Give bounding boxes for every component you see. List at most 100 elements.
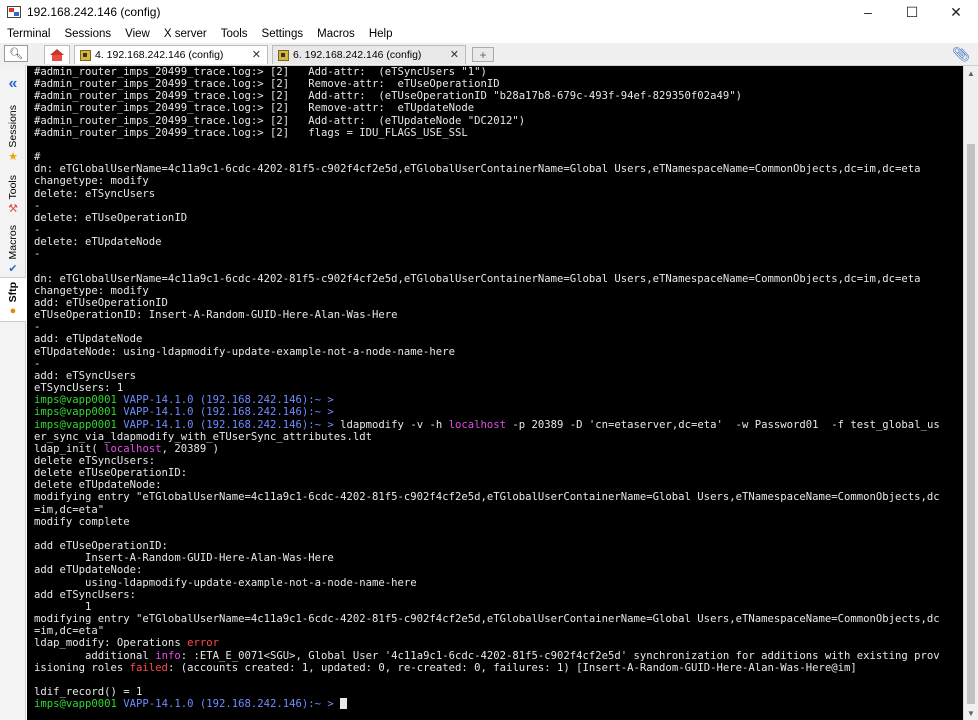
terminal-text-segment: - bbox=[34, 224, 41, 237]
menu-view[interactable]: View bbox=[118, 28, 157, 40]
tab-session-6[interactable]: 6. 192.168.242.146 (config) ✕ bbox=[272, 45, 466, 64]
terminal-text-segment: #admin_router_imps_20499_trace.log:> [2]… bbox=[34, 126, 468, 139]
terminal-line: - bbox=[34, 248, 40, 260]
wrench-icon: ⚒ bbox=[8, 203, 18, 216]
terminal-text-segment: error bbox=[187, 637, 219, 650]
sidebar-item-sessions[interactable]: Sessions ★ bbox=[0, 105, 26, 163]
terminal-line: dn: eTGlobalUserName=4c11a9c1-6cdc-4202-… bbox=[34, 273, 921, 285]
terminal-line: =im,dc=eta" bbox=[34, 504, 104, 516]
terminal-text-segment: VAPP-14.1.0 (192.168.242.146):~ > bbox=[123, 418, 334, 431]
terminal-text-segment: additional bbox=[34, 649, 156, 662]
terminal-text-segment: dn: eTGlobalUserName=4c11a9c1-6cdc-4202-… bbox=[34, 163, 921, 176]
terminal-text-segment: add: eTUpdateNode bbox=[34, 333, 143, 346]
terminal-text-segment: eTSyncUsers: 1 bbox=[34, 382, 124, 395]
terminal-text-segment: delete: eTUpdateNode bbox=[34, 236, 162, 249]
home-tab[interactable] bbox=[44, 45, 70, 64]
terminal-line: add: eTUseOperationID bbox=[34, 297, 168, 309]
menu-tools[interactable]: Tools bbox=[214, 28, 255, 40]
terminal-line: imps@vapp0001 VAPP-14.1.0 (192.168.242.1… bbox=[34, 394, 334, 406]
new-tab-button[interactable]: + bbox=[472, 47, 494, 62]
terminal-text-segment: -p 20389 -D 'cn=etaserver,dc=eta' -w Pas… bbox=[506, 418, 940, 431]
terminal-output[interactable]: #admin_router_imps_20499_trace.log:> [2]… bbox=[27, 66, 963, 720]
terminal-text-segment: eTUseOperationID: Insert-A-Random-GUID-H… bbox=[34, 309, 398, 322]
terminal-line: add eTUseOperationID: bbox=[34, 540, 168, 552]
terminal-line: add: eTUpdateNode bbox=[34, 333, 142, 345]
sidebar-item-tools[interactable]: Tools ⚒ bbox=[0, 175, 26, 215]
terminal-text-segment: VAPP-14.1.0 (192.168.242.146):~ > bbox=[123, 406, 334, 419]
terminal-line: imps@vapp0001 VAPP-14.1.0 (192.168.242.1… bbox=[34, 406, 334, 418]
paperclip-icon[interactable]: 📎︎ bbox=[952, 46, 970, 63]
terminal-text-segment: add eTUseOperationID: bbox=[34, 540, 168, 553]
tab-close-icon[interactable]: ✕ bbox=[252, 48, 261, 61]
terminal-text-segment: add eTSyncUsers: bbox=[34, 588, 137, 601]
sidebar-item-sftp[interactable]: Sftp ● bbox=[0, 277, 26, 323]
window-controls: – ☐ ✕ bbox=[846, 0, 978, 24]
minimize-button[interactable]: – bbox=[846, 0, 890, 24]
globe-icon: ● bbox=[9, 305, 17, 318]
terminal-line: delete: eTUseOperationID bbox=[34, 212, 187, 224]
terminal-text-segment: using-ldapmodify-update-example-not-a-no… bbox=[34, 576, 417, 589]
close-button[interactable]: ✕ bbox=[934, 0, 978, 24]
terminal-line: imps@vapp0001 VAPP-14.1.0 (192.168.242.1… bbox=[34, 698, 348, 710]
terminal-line: #admin_router_imps_20499_trace.log:> [2]… bbox=[34, 102, 474, 114]
search-icon: 🔍︎ bbox=[9, 48, 23, 60]
sidebar-item-macros[interactable]: Macros ✔ bbox=[0, 225, 26, 275]
terminal-scrollbar[interactable]: ▲ ▼ bbox=[963, 66, 978, 720]
terminal-text-segment: ldap_modify: Operations bbox=[34, 637, 188, 650]
terminal-line: - bbox=[34, 358, 40, 370]
sidebar-item-label: Tools bbox=[7, 175, 19, 200]
terminal-line: add eTUpdateNode: bbox=[34, 564, 142, 576]
checkmark-icon: ✔ bbox=[8, 262, 18, 275]
terminal-line: ldap_init( localhost, 20389 ) bbox=[34, 443, 219, 455]
tab-bar: 🔍︎ 4. 192.168.242.146 (config) ✕ 6. 192.… bbox=[0, 43, 978, 66]
sidebar-item-label: Sftp bbox=[7, 282, 19, 303]
scrollbar-thumb[interactable] bbox=[967, 144, 975, 704]
terminal-line: add eTSyncUsers: bbox=[34, 589, 136, 601]
terminal-line: delete: eTSyncUsers bbox=[34, 188, 155, 200]
sidebar-item-label: Macros bbox=[7, 225, 19, 260]
terminal-text-segment: - bbox=[34, 248, 41, 261]
terminal-text-segment: modify complete bbox=[34, 515, 130, 528]
terminal-line: eTUpdateNode: using-ldapmodify-update-ex… bbox=[34, 346, 455, 358]
tab-label: 4. 192.168.242.146 (config) bbox=[95, 49, 224, 61]
menu-macros[interactable]: Macros bbox=[310, 28, 362, 40]
menu-xserver[interactable]: X server bbox=[157, 28, 214, 40]
terminal-line: modifying entry "eTGlobalUserName=4c11a9… bbox=[34, 491, 940, 503]
terminal-line: additional info: :ETA_E_0071<SGU>, Globa… bbox=[34, 650, 940, 662]
terminal-text-segment: modifying entry "eTGlobalUserName=4c11a9… bbox=[34, 491, 940, 504]
menu-sessions[interactable]: Sessions bbox=[57, 28, 118, 40]
double-chevron-left-icon[interactable]: « bbox=[4, 75, 22, 93]
terminal-line: dn: eTGlobalUserName=4c11a9c1-6cdc-4202-… bbox=[34, 163, 921, 175]
tab-session-4[interactable]: 4. 192.168.242.146 (config) ✕ bbox=[74, 45, 268, 64]
terminal-text-segment: delete eTUseOperationID: bbox=[34, 467, 188, 480]
scroll-up-icon[interactable]: ▲ bbox=[964, 66, 978, 80]
terminal-line: eTSyncUsers: 1 bbox=[34, 382, 123, 394]
menu-settings[interactable]: Settings bbox=[255, 28, 311, 40]
scroll-down-icon[interactable]: ▼ bbox=[964, 706, 978, 720]
terminal-line: changetype: modify bbox=[34, 175, 149, 187]
terminal-text-segment: ldapmodify -v -h bbox=[333, 418, 449, 431]
terminal-text-segment: # bbox=[34, 151, 41, 164]
terminal-line: changetype: modify bbox=[34, 285, 149, 297]
tab-close-icon[interactable]: ✕ bbox=[450, 48, 459, 61]
star-icon: ★ bbox=[8, 151, 18, 164]
menu-help[interactable]: Help bbox=[362, 28, 400, 40]
maximize-button[interactable]: ☐ bbox=[890, 0, 934, 24]
terminal-text-segment: add: eTSyncUsers bbox=[34, 369, 137, 382]
terminal-text-segment: info bbox=[155, 649, 181, 662]
terminal-text-segment: changetype: modify bbox=[34, 175, 149, 188]
menu-terminal[interactable]: Terminal bbox=[0, 28, 57, 40]
terminal-line: #admin_router_imps_20499_trace.log:> [2]… bbox=[34, 115, 525, 127]
terminal-text-segment: - bbox=[34, 357, 41, 370]
terminal-text-segment: localhost bbox=[448, 418, 506, 431]
terminal-text-segment: eTUpdateNode: using-ldapmodify-update-ex… bbox=[34, 345, 455, 358]
terminal-text-segment: : :ETA_E_0071<SGU>, Global User '4c11a9c… bbox=[180, 649, 940, 662]
terminal-text-segment: : (accounts created: 1, updated: 0, re-c… bbox=[167, 661, 857, 674]
terminal-text-segment: - bbox=[34, 321, 41, 334]
sidebar-item-label: Sessions bbox=[7, 105, 19, 148]
terminal-line: add: eTSyncUsers bbox=[34, 370, 136, 382]
quick-search-button[interactable]: 🔍︎ bbox=[4, 45, 28, 62]
terminal-text-segment: dn: eTGlobalUserName=4c11a9c1-6cdc-4202-… bbox=[34, 272, 921, 285]
plus-icon: + bbox=[479, 47, 487, 62]
terminal-text-segment: #admin_router_imps_20499_trace.log:> [2]… bbox=[34, 90, 742, 103]
